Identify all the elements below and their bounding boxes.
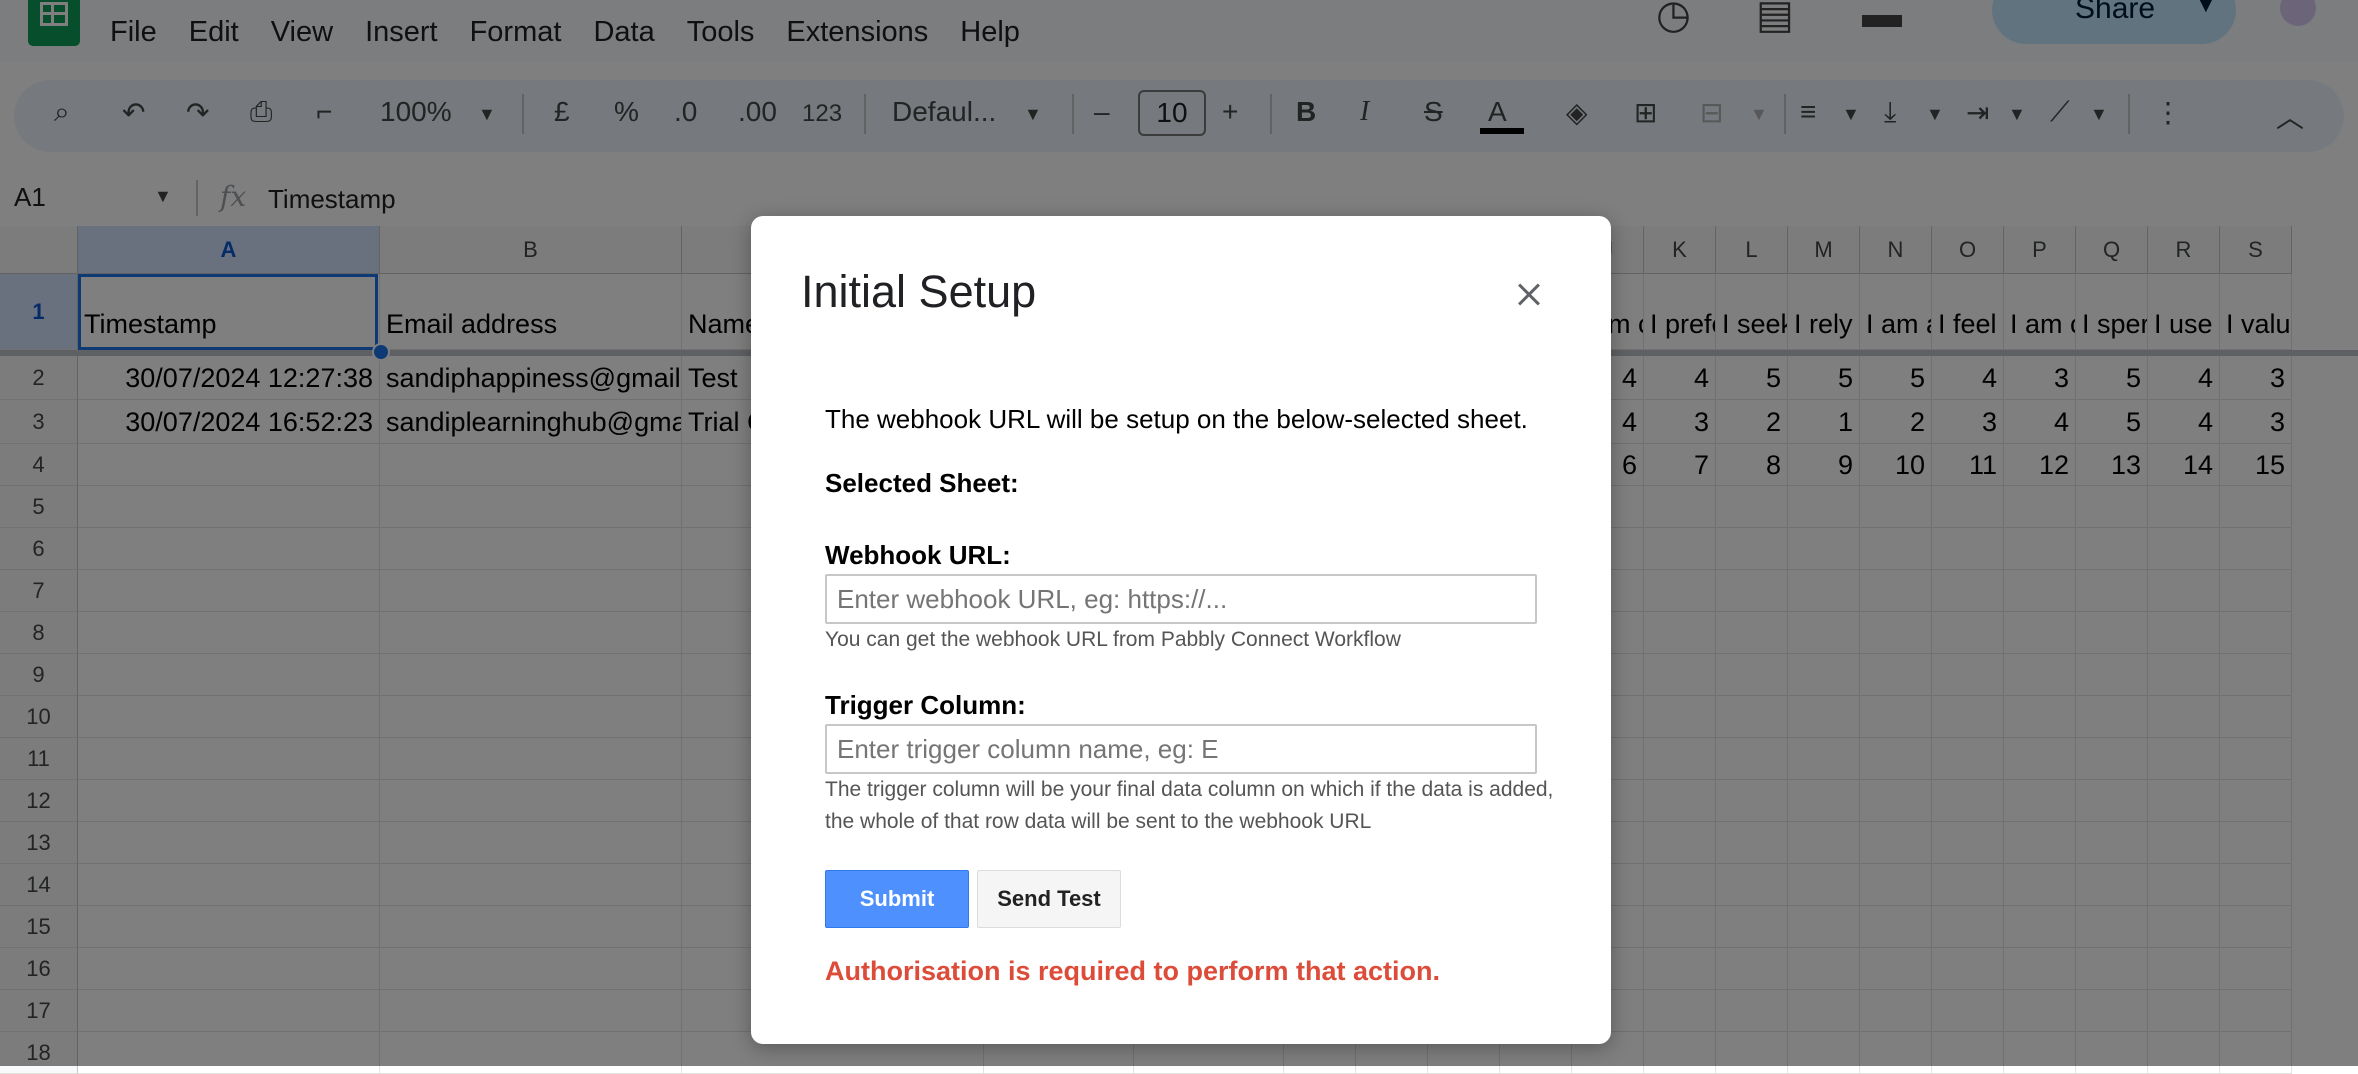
submit-button[interactable]: Submit	[825, 870, 969, 928]
selected-sheet-label: Selected Sheet:	[825, 468, 1019, 498]
error-message: Authorisation is required to perform tha…	[825, 956, 1441, 986]
webhook-url-label: Webhook URL:	[825, 540, 1011, 570]
webhook-help-text: You can get the webhook URL from Pabbly …	[825, 628, 1401, 651]
trigger-column-label: Trigger Column:	[825, 690, 1026, 720]
trigger-help-text: The trigger column will be your final da…	[825, 778, 1554, 833]
send-test-button[interactable]: Send Test	[977, 870, 1121, 928]
dialog-title: Initial Setup	[801, 266, 1037, 317]
webhook-url-input[interactable]	[825, 574, 1537, 624]
trigger-column-input[interactable]	[825, 724, 1537, 774]
close-icon[interactable]	[1499, 264, 1559, 324]
initial-setup-dialog: Initial Setup The webhook URL will be se…	[751, 216, 1611, 1044]
dialog-intro-text: The webhook URL will be setup on the bel…	[825, 404, 1528, 434]
